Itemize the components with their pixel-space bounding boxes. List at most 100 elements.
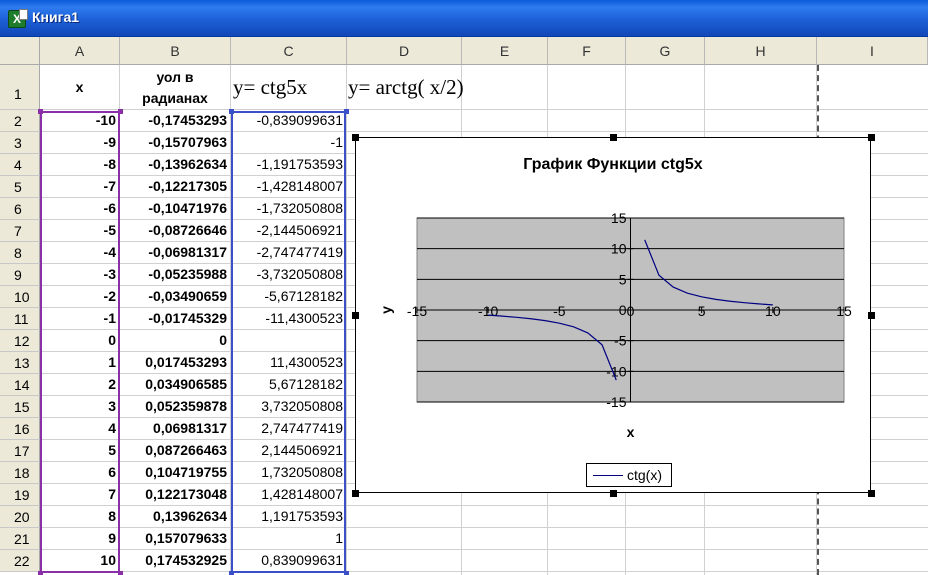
row-header-6[interactable]: 6 [0, 198, 40, 220]
row-header-11[interactable]: 11 [0, 308, 40, 330]
column-header-i[interactable]: I [817, 37, 928, 65]
chart-resize-handle[interactable] [868, 490, 875, 497]
cell-radian-value[interactable]: -0,10471976 [120, 198, 230, 218]
chart-resize-handle[interactable] [610, 134, 617, 141]
row-header-15[interactable]: 15 [0, 396, 40, 418]
cell-radian-value[interactable]: 0,06981317 [120, 418, 230, 438]
x-axis-label: x [627, 424, 635, 440]
excel-icon[interactable]: X [8, 9, 28, 28]
x-tick-label: -15 [407, 303, 427, 319]
chart-title[interactable]: График Функции ctg5x [356, 156, 870, 174]
row-header-9[interactable]: 9 [0, 264, 40, 286]
chart-resize-handle[interactable] [352, 312, 359, 319]
row-header-8[interactable]: 8 [0, 242, 40, 264]
range-handle[interactable] [38, 109, 43, 114]
row-header-21[interactable]: 21 [0, 528, 40, 550]
cell-c1-formula[interactable]: y= ctg5x [233, 75, 307, 100]
x-tick-label: -10 [478, 303, 498, 319]
column-header-f[interactable]: F [548, 37, 626, 65]
range-handle[interactable] [118, 571, 123, 575]
y-tick-label: -15 [606, 394, 626, 410]
range-border-column-a [40, 111, 120, 573]
y-tick-label: 0 [619, 302, 627, 318]
cell-a1[interactable]: x [40, 78, 119, 97]
chart-resize-handle[interactable] [610, 490, 617, 497]
column-header-d[interactable]: D [347, 37, 462, 65]
cell-radian-value[interactable]: -0,01745329 [120, 308, 230, 328]
row-header-10[interactable]: 10 [0, 286, 40, 308]
cell-radian-value[interactable]: 0,157079633 [120, 528, 230, 548]
range-border-column-c [231, 111, 346, 573]
row-header-18[interactable]: 18 [0, 462, 40, 484]
row-header-13[interactable]: 13 [0, 352, 40, 374]
x-tick-label: 15 [836, 303, 852, 319]
row-header-17[interactable]: 17 [0, 440, 40, 462]
column-header-b[interactable]: B [120, 37, 231, 65]
row-header-12[interactable]: 12 [0, 330, 40, 352]
column-header-g[interactable]: G [626, 37, 705, 65]
cell-radian-value[interactable]: 0,017453293 [120, 352, 230, 372]
range-handle[interactable] [229, 109, 234, 114]
column-gridline [346, 65, 347, 575]
row-header-14[interactable]: 14 [0, 374, 40, 396]
column-header-a[interactable]: A [40, 37, 120, 65]
cell-radian-value[interactable]: 0,13962634 [120, 506, 230, 526]
cell-radian-value[interactable]: 0,034906585 [120, 374, 230, 394]
cell-d1-formula[interactable]: y= arctg( x/2) [348, 75, 464, 100]
cell-radian-value[interactable]: 0,104719755 [120, 462, 230, 482]
y-axis-label: y [378, 306, 394, 314]
x-tick-label: 5 [698, 303, 706, 319]
cell-radian-value[interactable]: -0,13962634 [120, 154, 230, 174]
row-header-2[interactable]: 2 [0, 110, 40, 132]
window-title: Книга1 [32, 9, 80, 25]
cell-b1-line1[interactable]: уол в [120, 68, 230, 87]
cell-radian-value[interactable]: 0,087266463 [120, 440, 230, 460]
cell-radian-value[interactable]: -0,12217305 [120, 176, 230, 196]
cell-radian-value[interactable]: 0,122173048 [120, 484, 230, 504]
row-header-3[interactable]: 3 [0, 132, 40, 154]
chart-resize-handle[interactable] [868, 312, 875, 319]
cell-radian-value[interactable]: -0,17453293 [120, 110, 230, 130]
range-handle[interactable] [344, 571, 349, 575]
chart-canvas: -15 -10 -5 0 5 10 15151050-5-10-15xy [378, 210, 852, 440]
column-header-c[interactable]: C [231, 37, 347, 65]
cell-radian-value[interactable]: 0,052359878 [120, 396, 230, 416]
cell-radian-value[interactable]: -0,03490659 [120, 286, 230, 306]
range-handle[interactable] [38, 571, 43, 575]
cell-radian-value[interactable]: 0,174532925 [120, 550, 230, 570]
y-tick-label: 15 [611, 210, 627, 226]
y-tick-label: 10 [611, 241, 627, 257]
chart-legend[interactable]: ctg(x) [586, 463, 672, 487]
x-tick-label: -5 [553, 303, 566, 319]
chart-object[interactable]: -15 -10 -5 0 5 10 15 15 10 5 0 -5 -10 -15 x y График Фу… [352, 134, 875, 497]
row-header-1[interactable]: 1 [0, 65, 40, 110]
cell-radian-value[interactable]: -0,06981317 [120, 242, 230, 262]
cell-radian-value[interactable]: -0,08726646 [120, 220, 230, 240]
row-header-7[interactable]: 7 [0, 220, 40, 242]
row-header-22[interactable]: 22 [0, 550, 40, 572]
legend-label: ctg(x) [627, 467, 662, 483]
row-gridline [40, 571, 928, 572]
chart-resize-handle[interactable] [352, 134, 359, 141]
range-handle[interactable] [118, 109, 123, 114]
column-header-e[interactable]: E [462, 37, 548, 65]
cell-radian-value[interactable]: 0 [120, 330, 230, 350]
cell-b1-line2[interactable]: радианах [120, 89, 230, 108]
column-header-h[interactable]: H [705, 37, 817, 65]
chart-resize-handle[interactable] [352, 490, 359, 497]
cell-radian-value[interactable]: -0,05235988 [120, 264, 230, 284]
row-header-4[interactable]: 4 [0, 154, 40, 176]
row-header-5[interactable]: 5 [0, 176, 40, 198]
title-bar: X Книга1 [0, 0, 928, 37]
range-handle[interactable] [344, 109, 349, 114]
range-handle[interactable] [229, 571, 234, 575]
select-all-corner[interactable] [0, 37, 40, 65]
chart-resize-handle[interactable] [868, 134, 875, 141]
x-tick-label: 10 [765, 303, 781, 319]
cell-radian-value[interactable]: -0,15707963 [120, 132, 230, 152]
row-header-20[interactable]: 20 [0, 506, 40, 528]
spreadsheet-grid[interactable]: ABCDEFGHI 1 2 3 4 5 6 7 8 9 10 11 12 13 14 15 16 17 18 19 2… [0, 37, 928, 575]
row-header-19[interactable]: 19 [0, 484, 40, 506]
row-header-16[interactable]: 16 [0, 418, 40, 440]
y-tick-label: -10 [606, 363, 626, 379]
